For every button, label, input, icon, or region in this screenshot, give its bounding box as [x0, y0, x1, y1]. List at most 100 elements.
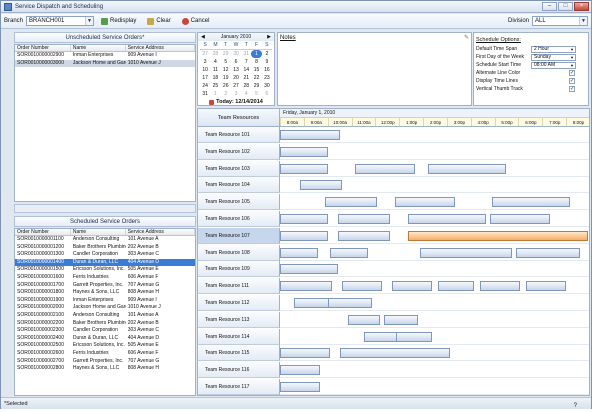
col-order-number[interactable]: Order Number: [15, 229, 71, 235]
resource-lane[interactable]: [280, 295, 589, 311]
appointment-block[interactable]: [384, 314, 418, 325]
minimize-button[interactable]: –: [542, 2, 557, 11]
appointment-block[interactable]: [338, 230, 390, 241]
clear-button[interactable]: Clear: [143, 16, 174, 27]
resource-lane[interactable]: [280, 329, 589, 345]
table-row[interactable]: SOR0010000001400 Duran & Duran, LLC 404 Av…: [15, 258, 195, 267]
calendar-day[interactable]: 27: [231, 82, 241, 90]
calendar-day[interactable]: 3: [231, 90, 241, 98]
resource-lane[interactable]: [280, 362, 589, 379]
table-row[interactable]: SOR0010000002200 Baker Brothers Plumbing 2…: [15, 320, 195, 328]
calendar-day[interactable]: 16: [262, 66, 272, 74]
resource-lane[interactable]: [280, 345, 589, 362]
calendar-day[interactable]: 21: [241, 74, 251, 82]
start-time-select[interactable]: 08:00 AM ▼: [531, 61, 576, 69]
resource-row[interactable]: Team Resource 101: [198, 127, 280, 143]
table-row[interactable]: SOR0010000001100 Anderson Consulting 101 A…: [15, 236, 195, 244]
table-row[interactable]: SOR0010000001800 Haynes & Sons, LLC 808 Av…: [15, 289, 195, 297]
col-name[interactable]: Name: [71, 229, 126, 235]
appointment-block[interactable]: [328, 298, 372, 308]
resource-lane[interactable]: [280, 312, 589, 328]
appointment-block[interactable]: [300, 180, 342, 191]
appointment-block[interactable]: [396, 331, 432, 342]
calendar-day[interactable]: 26: [221, 82, 231, 90]
time-span-select[interactable]: 2 Hour ▼: [531, 45, 576, 53]
table-row[interactable]: SOR0010000002900 Inman Enterprises 909 Ave…: [15, 52, 195, 60]
appointment-block[interactable]: [280, 163, 328, 174]
col-service-address[interactable]: Service Address: [126, 45, 195, 51]
table-row[interactable]: SOR0010000001500 Ericsson Solutions, Inc.…: [15, 266, 195, 274]
next-month-arrow-icon[interactable]: ▶: [267, 34, 271, 40]
calendar-day[interactable]: 6: [231, 58, 241, 66]
calendar-day[interactable]: 22: [251, 74, 261, 82]
appointment-block[interactable]: [526, 281, 566, 292]
resource-lane[interactable]: [280, 144, 589, 160]
calendar-day[interactable]: 5: [221, 58, 231, 66]
branch-select[interactable]: BRANCH001 ▼: [26, 16, 95, 26]
calendar-day[interactable]: 31: [241, 50, 251, 58]
appointment-block[interactable]: [338, 214, 390, 224]
resource-row[interactable]: Team Resource 102: [198, 143, 280, 160]
calendar-day[interactable]: 2: [262, 50, 272, 58]
resource-lane[interactable]: [280, 177, 589, 194]
calendar-day[interactable]: 14: [241, 66, 251, 74]
resource-row[interactable]: Team Resource 111: [198, 278, 280, 295]
resource-lane[interactable]: [280, 161, 589, 177]
appointment-block[interactable]: [342, 281, 382, 292]
appointment-block[interactable]: [490, 214, 550, 224]
table-row[interactable]: SOR0010000001300 Candler Corporation 303 A…: [15, 251, 195, 259]
help-icon[interactable]: ?: [574, 400, 577, 412]
calendar-day[interactable]: 10: [200, 66, 210, 74]
calendar-day[interactable]: 28: [241, 82, 251, 90]
table-row[interactable]: SOR0010000002300 Candler Corporation 303 A…: [15, 327, 195, 335]
today-link[interactable]: Today: 12/14/2014: [198, 99, 274, 105]
calendar-day[interactable]: 17: [200, 74, 210, 82]
calendar-day[interactable]: 24: [200, 82, 210, 90]
time-lines-checkbox[interactable]: ✓: [569, 78, 575, 84]
appointment-block[interactable]: [408, 230, 588, 241]
hscrollbar[interactable]: [14, 204, 196, 213]
calendar-day[interactable]: 4: [210, 58, 220, 66]
table-row[interactable]: SOR0010000001900 Inman Enterprises 909 Ave…: [15, 297, 195, 305]
calendar-day[interactable]: 4: [241, 90, 251, 98]
resource-lane[interactable]: [280, 379, 589, 395]
appointment-block[interactable]: [408, 214, 486, 224]
calendar-day[interactable]: 25: [210, 82, 220, 90]
calendar-day[interactable]: 1: [251, 50, 262, 58]
resource-row[interactable]: Team Resource 112: [198, 295, 280, 311]
calendar-day[interactable]: 29: [251, 82, 261, 90]
close-button[interactable]: ×: [574, 2, 589, 11]
calendar-day[interactable]: 11: [210, 66, 220, 74]
appointment-block[interactable]: [280, 365, 320, 376]
calendar-day[interactable]: 15: [251, 66, 261, 74]
calendar-day[interactable]: 30: [262, 82, 272, 90]
appointment-block[interactable]: [280, 146, 328, 157]
table-row[interactable]: SOR0010000003000 Jackson Home and Gard...…: [15, 59, 195, 68]
cancel-button[interactable]: Cancel: [178, 16, 214, 27]
maximize-button[interactable]: □: [558, 2, 573, 11]
calendar-day[interactable]: 7: [241, 58, 251, 66]
resource-row[interactable]: Team Resource 108: [198, 244, 280, 261]
col-service-address[interactable]: Service Address: [126, 229, 195, 235]
calendar-day[interactable]: 31: [200, 90, 210, 98]
calendar-day[interactable]: 9: [262, 58, 272, 66]
resource-row[interactable]: Team Resource 109: [198, 261, 280, 278]
calendar-day[interactable]: 1: [210, 90, 220, 98]
resource-lane[interactable]: [280, 194, 589, 211]
calendar-day[interactable]: 3: [200, 58, 210, 66]
table-row[interactable]: SOR0010000001200 Baker Brothers Plumbing 2…: [15, 244, 195, 252]
redisplay-button[interactable]: Redisplay: [97, 16, 140, 27]
calendar-day[interactable]: 27: [200, 50, 210, 58]
calendar-day[interactable]: 12: [221, 66, 231, 74]
calendar-day[interactable]: 20: [231, 74, 241, 82]
resource-row[interactable]: Team Resource 117: [198, 379, 280, 395]
resource-lane[interactable]: [280, 211, 589, 227]
appointment-block[interactable]: [420, 247, 512, 258]
calendar-day[interactable]: 13: [231, 66, 241, 74]
resource-row[interactable]: Team Resource 114: [198, 328, 280, 345]
resource-lane[interactable]: [280, 278, 589, 295]
resource-row[interactable]: Team Resource 106: [198, 211, 280, 227]
calendar-day[interactable]: 19: [221, 74, 231, 82]
appointment-block[interactable]: [516, 247, 580, 258]
appointment-block[interactable]: [340, 348, 450, 359]
